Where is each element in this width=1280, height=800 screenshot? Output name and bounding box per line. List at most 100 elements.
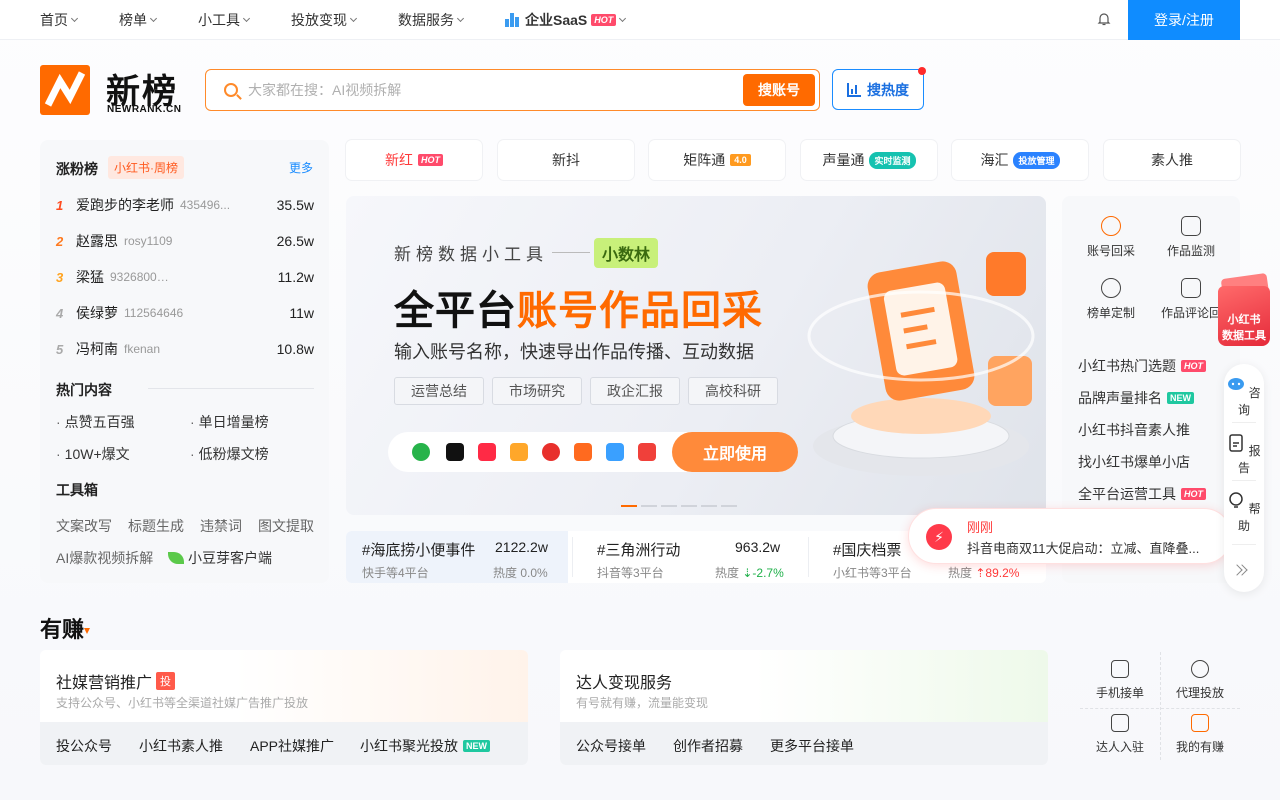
card-title-text: 社媒营销推广 (56, 675, 153, 692)
card-link[interactable]: 公众号接单 (576, 736, 646, 756)
card-link[interactable]: 更多平台接单 (770, 736, 854, 756)
grid-icon (1111, 714, 1129, 732)
hot-link[interactable]: 点赞五百强 (56, 412, 135, 432)
quick-rank-custom[interactable]: 榜单定制 (1071, 278, 1151, 321)
trend-item[interactable]: #海底捞小便事件 2122.2w 快手等4平台 热度 0.0% (346, 531, 568, 583)
douyin-icon (446, 443, 464, 461)
my-earnings-button[interactable]: 我的有赚 (1160, 714, 1240, 755)
rank-number: 1 (56, 197, 64, 213)
right-link[interactable]: 找小红书爆单小店 (1078, 452, 1190, 472)
tool-link[interactable]: 违禁词 (200, 516, 242, 536)
divider (1232, 480, 1256, 481)
agent-ads-button[interactable]: 代理投放 (1160, 660, 1240, 701)
nav-home-label: 首页 (40, 12, 68, 28)
search-input[interactable] (248, 78, 728, 102)
heat-value: 0.0% (520, 566, 548, 580)
right-link[interactable]: 小红书抖音素人推 (1078, 420, 1190, 440)
rank-row[interactable]: 1 爱跑步的李老师 435496... 35.5w (56, 195, 314, 215)
card-link[interactable]: 小红书聚光投放 NEW (360, 736, 490, 756)
hero-banner[interactable]: 新榜数据小工具 小数林 全平台账号作品回采 输入账号名称，快速导出作品传播、互动… (346, 196, 1046, 515)
right-link-label: 找小红书爆单小店 (1078, 454, 1190, 470)
logo[interactable]: 新榜 NEWRANK.CN (40, 64, 190, 118)
trend-heat: 热度 0.0% (493, 564, 548, 581)
login-register-button[interactable]: 登录/注册 (1128, 0, 1240, 40)
rank-row[interactable]: 4 侯绿萝 112564646 11w (56, 303, 314, 323)
nav-tools[interactable]: 小工具 (198, 10, 251, 30)
nav-saas-label: 企业SaaS (525, 12, 588, 28)
tab-haihui[interactable]: 海汇 投放管理 (952, 140, 1088, 180)
creator-monetize-card[interactable]: 达人变现服务 有号就有赚，流量能变现 公众号接单 创作者招募 更多平台接单 (560, 650, 1048, 765)
rank-number: 2 (56, 233, 64, 249)
search-hot-button[interactable]: 搜热度 (832, 67, 926, 110)
report-button[interactable]: 报告 (1224, 434, 1264, 476)
tab-shengliangtong[interactable]: 声量通 实时监测 (801, 140, 937, 180)
bell-icon[interactable] (1097, 12, 1111, 26)
nav-saas[interactable]: 企业SaaS HOT (505, 10, 627, 30)
nav-data-service[interactable]: 数据服务 (398, 10, 465, 30)
wechat-icon (412, 443, 430, 461)
nav-home[interactable]: 首页 (40, 10, 79, 30)
tool-link-client[interactable]: 小豆芽客户端 (168, 548, 272, 568)
quick-label: 榜单定制 (1086, 306, 1135, 320)
rank-name: 梁猛 (76, 269, 104, 285)
lightbulb-icon (1229, 492, 1244, 508)
xhs-data-tool-promo[interactable]: 小红书 数据工具 (1216, 272, 1272, 348)
chat-icon (1228, 378, 1245, 390)
mobile-order-button[interactable]: 手机接单 (1080, 660, 1160, 701)
help-button[interactable]: 帮助 (1224, 492, 1264, 534)
nav-rankings[interactable]: 榜单 (119, 10, 158, 30)
card-link[interactable]: 创作者招募 (673, 736, 743, 756)
trend-item[interactable]: #三角洲行动 963.2w 抖音等3平台 热度 ⇣-2.7% (581, 531, 803, 583)
rank-row[interactable]: 3 梁猛 932680029 11.2w (56, 267, 314, 287)
tool-link[interactable]: 文案改写 (56, 516, 112, 536)
banner-chip: 政企汇报 (590, 377, 680, 405)
weibo-icon (542, 443, 560, 461)
card-link[interactable]: 投公众号 (56, 736, 112, 756)
phone-icon (1111, 660, 1129, 678)
tool-link[interactable]: AI爆款视频拆解 (56, 548, 153, 568)
tab-xinhong[interactable]: 新红 HOT (346, 140, 482, 180)
creator-join-button[interactable]: 达人入驻 (1080, 714, 1160, 755)
rank-value: 11.2w (277, 269, 314, 285)
hot-link[interactable]: 10W+爆文 (56, 444, 130, 464)
chevron-down-icon (349, 14, 358, 22)
hot-link[interactable]: 低粉爆文榜 (190, 444, 269, 464)
promo-box: 小红书 数据工具 (1218, 286, 1270, 346)
rank-tag[interactable]: 小红书·周榜 (108, 156, 184, 179)
nav-monetize[interactable]: 投放变现 (291, 10, 358, 30)
news-toast[interactable]: ⚡ 刚刚 抖音电商双11大促启动：立减、直降叠... (908, 508, 1232, 564)
hot-badge: HOT (1181, 360, 1206, 372)
quick-label: 作品评论回 (1160, 306, 1221, 320)
rank-row[interactable]: 5 冯柯南 fkenan 10.8w (56, 339, 314, 359)
more-link[interactable]: 更多 (289, 159, 313, 176)
tab-xindou[interactable]: 新抖 (498, 140, 634, 180)
trend-heat: 热度 ⇣-2.7% (715, 564, 784, 581)
tab-label: 新抖 (552, 152, 580, 168)
right-link-label: 全平台运营工具 (1078, 486, 1176, 502)
right-link[interactable]: 全平台运营工具 HOT (1078, 484, 1206, 504)
hot-link[interactable]: 单日增量榜 (190, 412, 269, 432)
tab-surentui[interactable]: 素人推 (1104, 140, 1240, 180)
card-title: 达人变现服务 (576, 669, 672, 693)
tool-link[interactable]: 图文提取 (258, 516, 314, 536)
carousel-dots[interactable] (621, 505, 741, 507)
quick-work-monitor[interactable]: 作品监测 (1151, 216, 1231, 259)
card-title-text: 达人变现服务 (576, 675, 673, 692)
tab-label: 素人推 (1151, 152, 1193, 168)
top-navbar: 首页 榜单 小工具 投放变现 数据服务 企业SaaS HOT 登录/注册 (0, 0, 1280, 40)
quick-account-recall[interactable]: 账号回采 (1071, 216, 1151, 259)
use-now-button[interactable]: 立即使用 (672, 432, 798, 472)
consult-button[interactable]: 咨询 (1224, 376, 1264, 418)
right-link[interactable]: 品牌声量排名 NEW (1078, 388, 1194, 408)
tool-link[interactable]: 标题生成 (128, 516, 184, 536)
rank-row[interactable]: 2 赵露思 rosy1109 26.5w (56, 231, 314, 251)
right-link[interactable]: 小红书热门选题 HOT (1078, 356, 1206, 376)
search-account-button[interactable]: 搜账号 (743, 74, 815, 106)
social-marketing-card[interactable]: 社媒营销推广投 支持公众号、小红书等全渠道社媒广告推广投放 投公众号 小红书素人… (40, 650, 528, 765)
tab-juzhentong[interactable]: 矩阵通 4.0 (649, 140, 785, 180)
card-link[interactable]: APP社媒推广 (250, 736, 334, 756)
new-badge: NEW (463, 740, 490, 752)
hot-badge: HOT (1181, 488, 1206, 500)
right-link-label: 品牌声量排名 (1078, 390, 1162, 406)
card-link[interactable]: 小红书素人推 (139, 736, 223, 756)
